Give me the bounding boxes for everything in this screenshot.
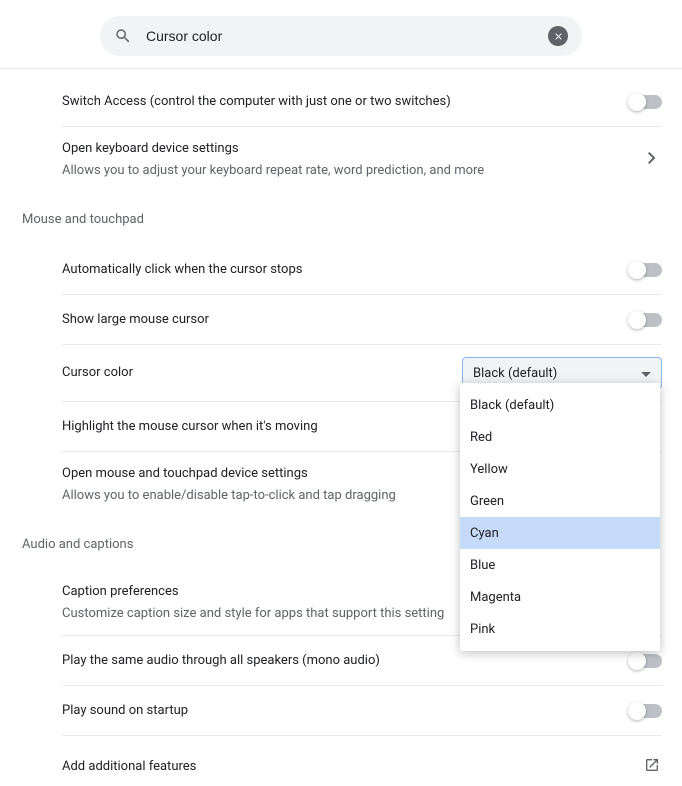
row-startup-sound: Play sound on startup <box>62 686 662 736</box>
switch-access-toggle[interactable] <box>630 95 662 109</box>
clear-search-button[interactable] <box>548 26 568 46</box>
cursor-color-label: Cursor color <box>62 363 446 383</box>
menu-item-red[interactable]: Red <box>460 421 660 453</box>
keyboard-settings-title: Open keyboard device settings <box>62 139 626 159</box>
search-bar-container <box>0 0 682 68</box>
menu-item-yellow[interactable]: Yellow <box>460 453 660 485</box>
close-icon <box>553 31 564 42</box>
row-add-features[interactable]: Add additional features <box>62 736 662 786</box>
menu-item-green[interactable]: Green <box>460 485 660 517</box>
add-features-label: Add additional features <box>62 757 626 777</box>
startup-sound-label: Play sound on startup <box>62 701 614 721</box>
menu-item-black[interactable]: Black (default) <box>460 389 660 421</box>
mono-audio-toggle[interactable] <box>630 654 662 668</box>
cursor-color-selected: Black (default) <box>473 366 557 381</box>
row-keyboard-settings[interactable]: Open keyboard device settings Allows you… <box>62 127 662 192</box>
row-switch-access: Switch Access (control the computer with… <box>62 77 662 127</box>
menu-item-blue[interactable]: Blue <box>460 549 660 581</box>
menu-item-cyan[interactable]: Cyan <box>460 517 660 549</box>
row-large-cursor: Show large mouse cursor <box>62 295 662 345</box>
startup-sound-toggle[interactable] <box>630 704 662 718</box>
mono-audio-label: Play the same audio through all speakers… <box>62 651 614 671</box>
section-mouse-touchpad: Mouse and touchpad <box>22 192 662 245</box>
menu-item-magenta[interactable]: Magenta <box>460 581 660 613</box>
large-cursor-label: Show large mouse cursor <box>62 310 614 330</box>
search-input[interactable] <box>146 28 548 44</box>
switch-access-label: Switch Access (control the computer with… <box>62 92 614 112</box>
cursor-color-menu: Black (default) Red Yellow Green Cyan Bl… <box>460 383 660 651</box>
menu-item-pink[interactable]: Pink <box>460 613 660 645</box>
chevron-right-icon <box>642 152 662 168</box>
row-auto-click: Automatically click when the cursor stop… <box>62 245 662 295</box>
open-external-icon <box>642 757 662 777</box>
keyboard-settings-sub: Allows you to adjust your keyboard repea… <box>62 161 626 181</box>
caret-down-icon <box>641 366 651 381</box>
search-box[interactable] <box>100 16 582 56</box>
auto-click-label: Automatically click when the cursor stop… <box>62 260 614 280</box>
search-icon <box>114 27 132 45</box>
large-cursor-toggle[interactable] <box>630 313 662 327</box>
auto-click-toggle[interactable] <box>630 263 662 277</box>
